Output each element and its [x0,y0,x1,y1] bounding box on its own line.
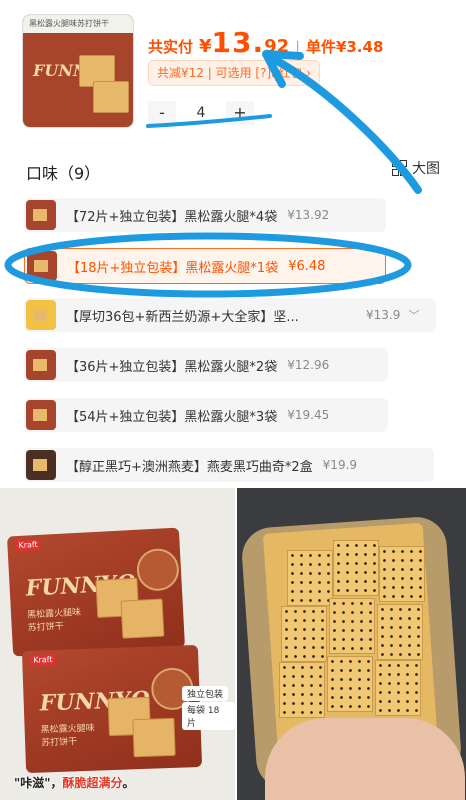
option-name: 【54片+独立包装】黑松露火腿*3袋 [66,409,278,425]
cracker [375,660,421,716]
option-thumbnail [26,450,56,480]
package-front: Kraft FUNNYQ 黑松露火腿味苏打饼干 [6,527,186,657]
total-paid-label: 共实付 [148,38,194,56]
thumbnail-title: 黑松露火腿味苏打饼干 [23,15,133,33]
option-price: ¥19.9 [322,458,358,472]
photo-caption: "咔滋"，酥脆超满分。 [14,774,135,791]
flavor-option[interactable]: 【醇正黑巧+澳洲燕麦】燕麦黑巧曲奇*2盒 ¥19.9 [24,448,434,482]
cracker-image [120,598,165,639]
unit-price: 单件¥3.48 [305,38,384,56]
quantity-value[interactable]: 4 [176,105,226,121]
cracker [329,598,375,654]
package-back: Kraft FUNNYQ 黑松露火腿味苏打饼干 [21,644,203,774]
total-price-decimal: 92 [264,36,290,57]
increase-button[interactable]: + [226,101,254,125]
product-photo-crackers [237,488,466,800]
flavor-option-selected[interactable]: 【18片+独立包装】黑松露火腿*1袋 ¥6.48 [24,248,386,284]
quantity-stepper: - 4 + [148,100,254,126]
kraft-logo: Kraft [15,538,41,552]
flavor-seal [135,547,180,592]
package-tag: 每袋 18 片 [182,702,235,730]
option-thumbnail [26,300,56,330]
discount-promo-button[interactable]: 共减¥12 | 可选用 [?]P红包 › [148,60,320,86]
cracker [279,662,325,718]
total-price-integer: 13. [211,26,265,59]
large-view-label: 大图 [412,161,440,177]
flavor-option[interactable]: 【72片+独立包装】黑松露火腿*4袋 ¥13.92 [24,198,386,232]
cracker [333,540,379,596]
decrease-button[interactable]: - [148,101,176,125]
cracker [379,546,425,602]
price-line: 共实付 ¥ 13. 92 | 单件¥3.48 [148,26,383,59]
option-thumbnail [26,200,56,230]
cracker [377,604,423,660]
hand [265,718,465,800]
option-price: ¥19.45 [287,408,330,422]
option-thumbnail [26,400,56,430]
option-name: 【醇正黑巧+澳洲燕麦】燕麦黑巧曲奇*2盒 [66,459,313,475]
flavor-heading: 口味（9） [26,164,101,183]
cracker [281,606,327,662]
grid-icon [392,160,407,176]
flavor-option[interactable]: 【36片+独立包装】黑松露火腿*2袋 ¥12.96 [24,348,388,382]
option-name: 【72片+独立包装】黑松露火腿*4袋 [66,209,278,225]
cracker [327,656,373,712]
caption-part: 。 [122,776,135,790]
option-price: ¥6.48 [288,258,326,274]
option-thumbnail [27,251,57,281]
package-flavor: 黑松露火腿味苏打饼干 [26,607,82,634]
option-name: 【36片+独立包装】黑松露火腿*2袋 [66,359,278,375]
chevron-down-icon[interactable]: ﹀ [408,307,419,323]
package-flavor: 黑松露火腿味苏打饼干 [40,723,95,749]
currency-symbol: ¥ [199,36,212,57]
kraft-logo: Kraft [30,653,56,666]
option-price: ¥12.96 [287,358,330,372]
option-price: ¥13.9 [366,308,401,322]
cracker-image [132,717,176,758]
flavor-option[interactable]: 【厚切36包+新西兰奶源+大全家】坚... ¥13.9 ﹀ [24,298,436,332]
option-name: 【厚切36包+新西兰奶源+大全家】坚... [66,309,299,325]
package-tag: 独立包装 [182,686,229,701]
cracker-image [93,81,129,113]
large-view-toggle[interactable]: 大图 [392,158,440,178]
cracker [287,550,333,606]
product-thumbnail[interactable]: 黑松露火腿味苏打饼干 FUNNYQ [22,14,134,128]
caption-highlight: 酥脆超满分 [62,776,123,790]
option-thumbnail [26,350,56,380]
option-name: 【18片+独立包装】黑松露火腿*1袋 [67,260,279,276]
product-photo-packages: Kraft FUNNYQ 黑松露火腿味苏打饼干 Kraft FUNNYQ 黑松露… [0,488,235,800]
price-separator: | [295,40,300,56]
flavor-option[interactable]: 【54片+独立包装】黑松露火腿*3袋 ¥19.45 [24,398,388,432]
caption-part: "咔滋"， [14,776,63,790]
option-price: ¥13.92 [287,208,330,222]
